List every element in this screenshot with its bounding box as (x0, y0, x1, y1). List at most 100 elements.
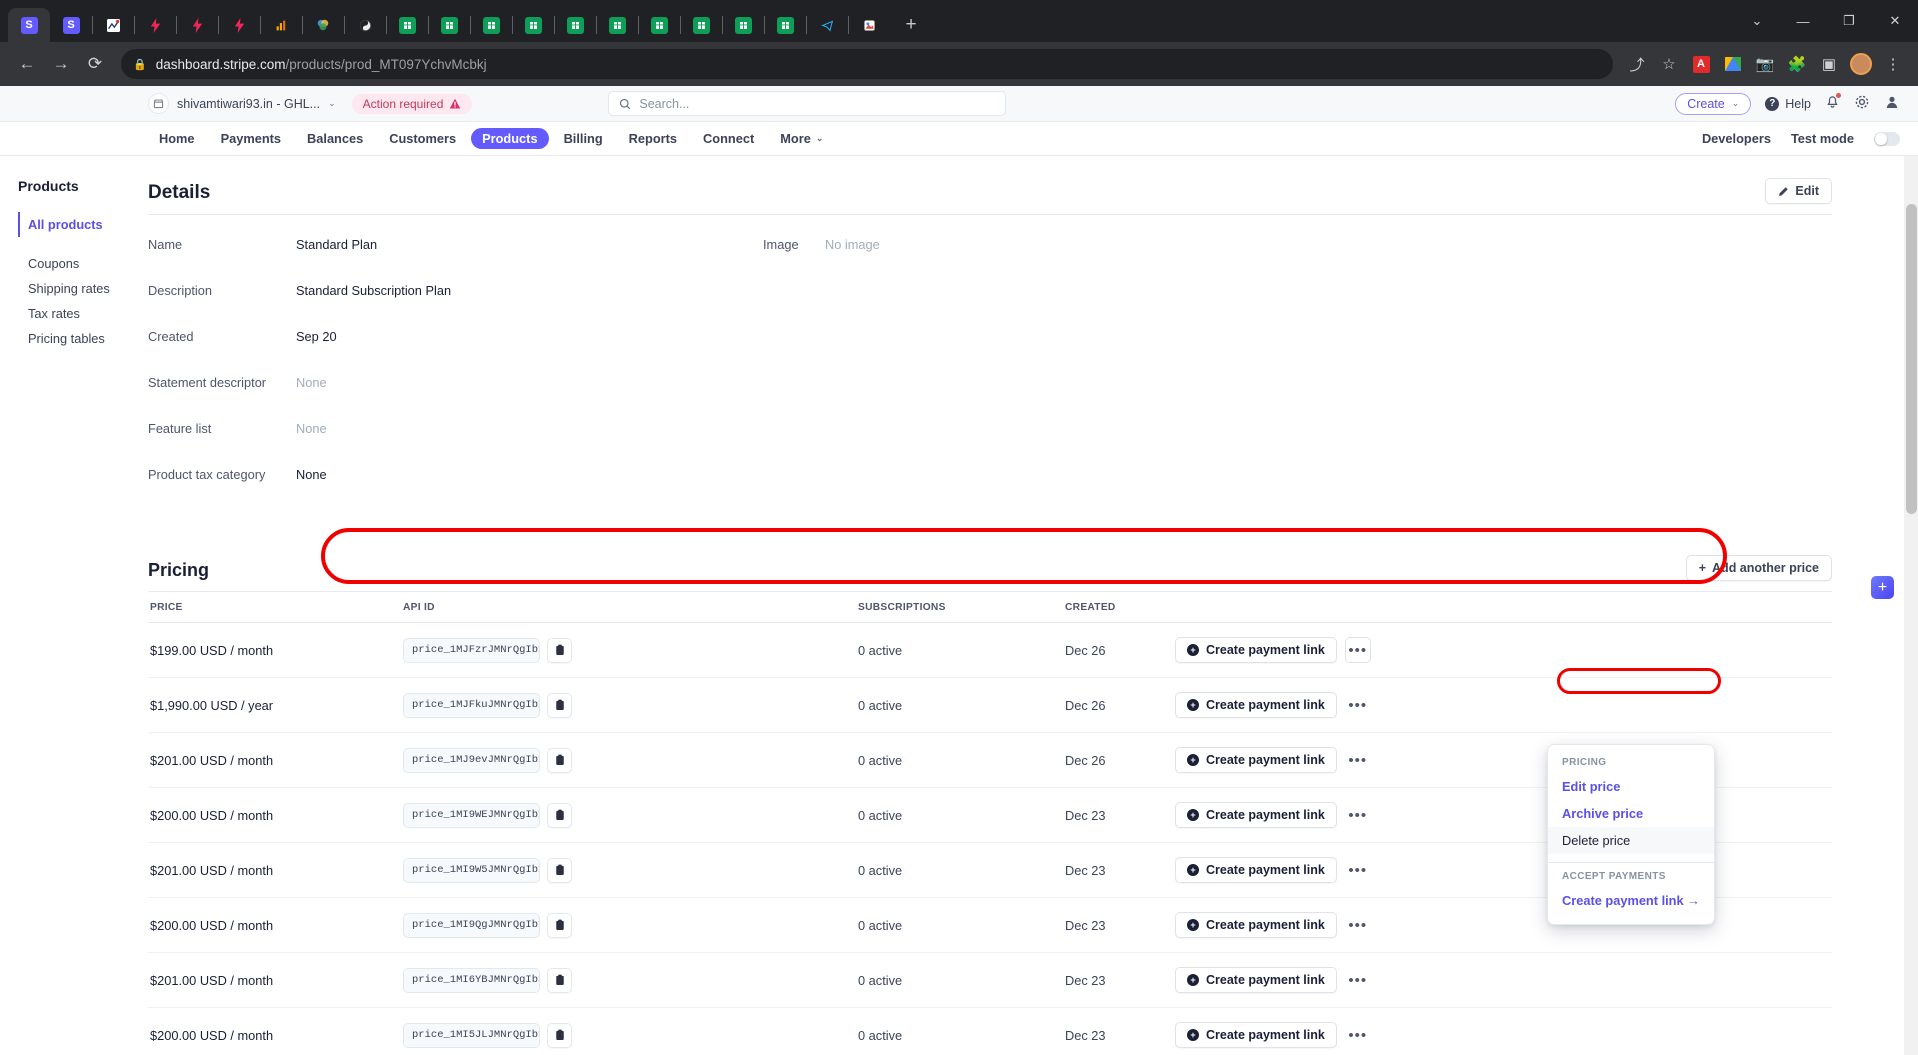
colors-tab[interactable] (302, 8, 344, 42)
analytics-tab[interactable] (92, 8, 134, 42)
sheets-tab-4[interactable] (512, 8, 554, 42)
row-overflow-menu-button[interactable]: ••• (1345, 912, 1371, 938)
row-overflow-menu-button[interactable]: ••• (1345, 857, 1371, 883)
help-button[interactable]: ? Help (1765, 96, 1811, 111)
bolt-tab-2[interactable] (176, 8, 218, 42)
window-chevron-icon[interactable]: ⌄ (1734, 0, 1780, 42)
row-overflow-menu-button[interactable]: ••• (1345, 802, 1371, 828)
sheets-tab-7[interactable] (638, 8, 680, 42)
create-payment-link-button[interactable]: + Create payment link (1175, 637, 1337, 663)
browser-menu-icon[interactable]: ⋮ (1878, 49, 1908, 79)
copy-icon[interactable] (547, 967, 572, 993)
sidebar-item-coupons[interactable]: Coupons (18, 251, 148, 276)
forward-icon[interactable]: → (44, 47, 78, 81)
search-input[interactable]: Search... (608, 91, 1007, 116)
star-icon[interactable]: ☆ (1654, 49, 1684, 79)
notifications-bell-icon[interactable] (1825, 92, 1841, 113)
sheets-tab-3[interactable] (470, 8, 512, 42)
copy-icon[interactable] (547, 637, 572, 663)
new-tab-button[interactable]: + (896, 10, 926, 40)
telegram-tab[interactable] (806, 8, 848, 42)
copy-icon[interactable] (547, 857, 572, 883)
edit-button[interactable]: Edit (1765, 178, 1832, 204)
bars-tab[interactable] (260, 8, 302, 42)
photos-tab[interactable] (848, 8, 890, 42)
test-mode-toggle[interactable] (1874, 131, 1900, 146)
stripe-tab-2[interactable]: S (50, 8, 92, 42)
create-payment-link-button[interactable]: + Create payment link (1175, 967, 1337, 993)
account-switcher[interactable]: shivamtiwari93.in - GHL... ⌄ (148, 93, 336, 114)
back-icon[interactable]: ← (10, 47, 44, 81)
menu-item-delete-price[interactable]: Delete price (1548, 827, 1714, 854)
address-bar[interactable]: 🔒 dashboard.stripe.com/products/prod_MT0… (121, 49, 1613, 79)
menu-item-archive-price[interactable]: Archive price (1548, 800, 1714, 827)
copy-icon[interactable] (547, 802, 572, 828)
nav-item-connect[interactable]: Connect (692, 128, 765, 149)
nav-item-payments[interactable]: Payments (210, 128, 292, 149)
nav-item-customers[interactable]: Customers (378, 128, 467, 149)
create-payment-link-button[interactable]: + Create payment link (1175, 692, 1337, 718)
sheets-tab-1[interactable] (386, 8, 428, 42)
floating-add-button[interactable]: + (1871, 576, 1894, 599)
sheets-tab-10[interactable] (764, 8, 806, 42)
sheets-tab-2[interactable] (428, 8, 470, 42)
nav-item-billing[interactable]: Billing (553, 128, 614, 149)
sidebar-item-all-products[interactable]: All products (18, 212, 148, 237)
sheets-tab-6[interactable] (596, 8, 638, 42)
price-table-row[interactable]: $199.00 USD / month price_1MJFzrJMNrQgIb1… (148, 623, 1832, 678)
sheets-tab-8[interactable] (680, 8, 722, 42)
row-overflow-menu-button[interactable]: ••• (1345, 747, 1371, 773)
camera-extension-icon[interactable]: 📷 (1750, 49, 1780, 79)
menu-item-create-payment-link[interactable]: Create payment link → (1548, 887, 1714, 914)
sidebar-item-shipping-rates[interactable]: Shipping rates (18, 276, 148, 301)
row-overflow-menu-button[interactable]: ••• (1345, 967, 1371, 993)
row-overflow-menu-button[interactable]: ••• (1345, 1022, 1371, 1048)
profile-avatar[interactable] (1846, 49, 1876, 79)
share-icon[interactable]: ⤴ (1622, 49, 1652, 79)
pdf-extension-icon[interactable]: A (1686, 49, 1716, 79)
create-button[interactable]: Create ⌄ (1675, 92, 1752, 115)
price-table-row[interactable]: $1,990.00 USD / year price_1MJFkuJMNrQgIb… (148, 678, 1832, 733)
nav-item-balances[interactable]: Balances (296, 128, 374, 149)
reload-icon[interactable]: ⟳ (78, 47, 112, 81)
nav-item-products[interactable]: Products (471, 128, 549, 149)
copy-icon[interactable] (547, 912, 572, 938)
puzzle-icon[interactable]: 🧩 (1782, 49, 1812, 79)
bolt-tab-1[interactable] (134, 8, 176, 42)
close-icon[interactable]: ✕ (1872, 0, 1918, 42)
gear-icon[interactable] (1854, 94, 1870, 113)
copy-icon[interactable] (547, 747, 572, 773)
copy-icon[interactable] (547, 692, 572, 718)
create-payment-link-button[interactable]: + Create payment link (1175, 857, 1337, 883)
drive-extension-icon[interactable] (1718, 49, 1748, 79)
create-payment-link-button[interactable]: + Create payment link (1175, 802, 1337, 828)
bolt-tab-3[interactable] (218, 8, 260, 42)
maximize-icon[interactable]: ❐ (1826, 0, 1872, 42)
sidebar-item-tax-rates[interactable]: Tax rates (18, 301, 148, 326)
copy-icon[interactable] (547, 1022, 572, 1048)
price-table-row[interactable]: $200.00 USD / month price_1MI5JLJMNrQgIb1… (148, 1008, 1832, 1055)
menu-item-edit-price[interactable]: Edit price (1548, 773, 1714, 800)
nav-item-home[interactable]: Home (148, 128, 206, 149)
sidebar-item-pricing-tables[interactable]: Pricing tables (18, 326, 148, 351)
nav-item-more[interactable]: More ⌄ (769, 128, 834, 149)
action-required-badge[interactable]: Action required (351, 93, 473, 114)
create-payment-link-button[interactable]: + Create payment link (1175, 747, 1337, 773)
sheets-tab-9[interactable] (722, 8, 764, 42)
add-another-price-button[interactable]: + Add another price (1685, 555, 1832, 581)
stripe-tab-active[interactable]: S (8, 8, 50, 42)
yin-tab[interactable] (344, 8, 386, 42)
row-overflow-menu-button[interactable]: ••• (1345, 692, 1371, 718)
user-account-icon[interactable] (1884, 94, 1900, 113)
create-payment-link-button[interactable]: + Create payment link (1175, 1022, 1337, 1048)
page-scrollbar-thumb[interactable] (1906, 204, 1917, 514)
nav-item-reports[interactable]: Reports (618, 128, 688, 149)
minimize-icon[interactable]: — (1780, 0, 1826, 42)
price-table-row[interactable]: $201.00 USD / month price_1MI6YBJMNrQgIb1… (148, 953, 1832, 1008)
sheets-tab-5[interactable] (554, 8, 596, 42)
row-overflow-menu-button[interactable]: ••• (1344, 637, 1371, 663)
side-panel-icon[interactable]: ▣ (1814, 49, 1844, 79)
developers-link[interactable]: Developers (1702, 131, 1771, 146)
page-scrollbar-track[interactable] (1904, 156, 1918, 1055)
create-payment-link-button[interactable]: + Create payment link (1175, 912, 1337, 938)
